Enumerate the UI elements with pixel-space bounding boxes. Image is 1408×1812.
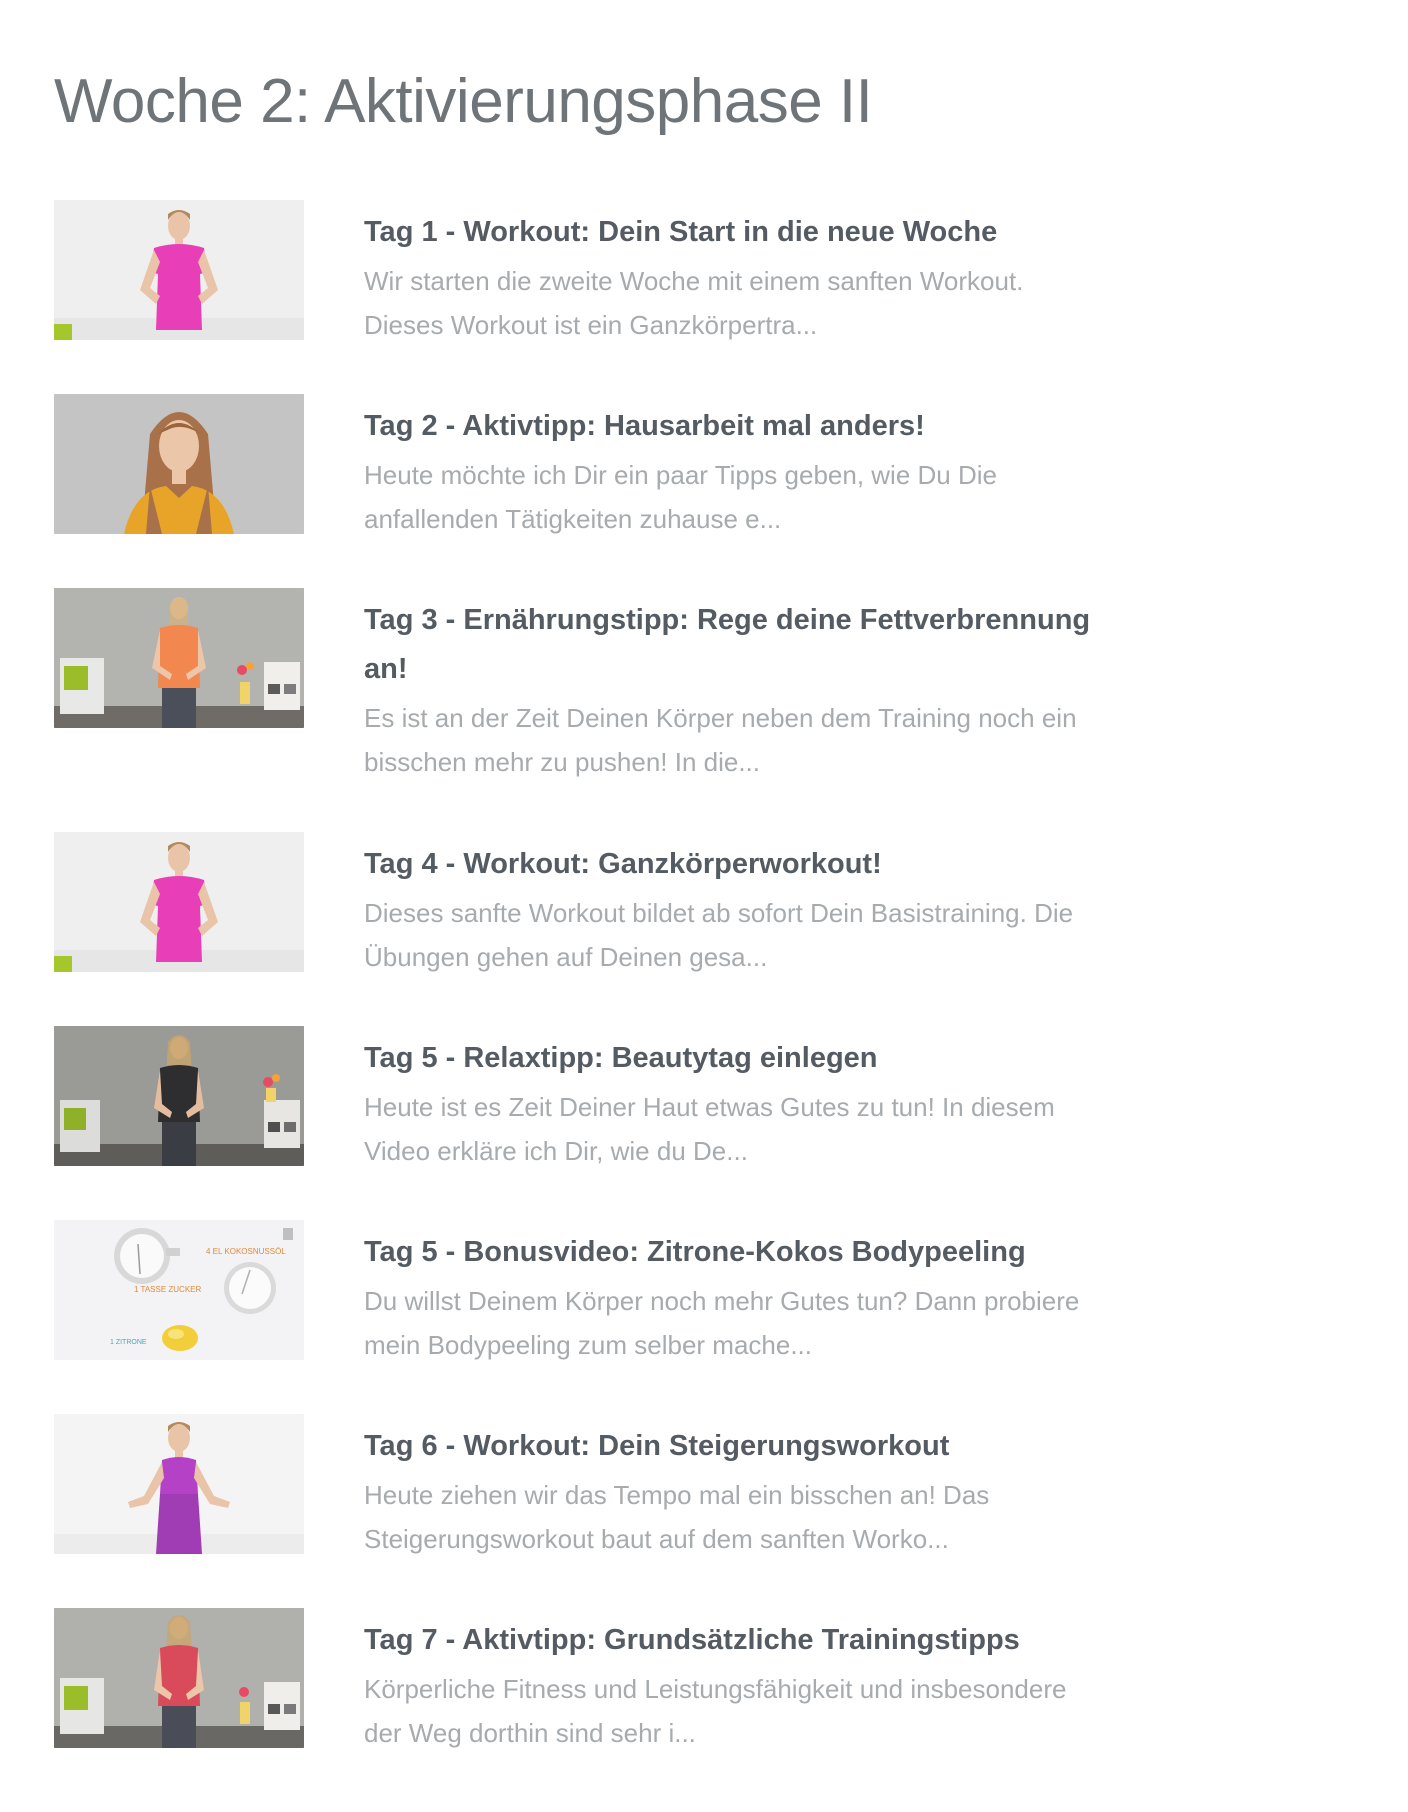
lesson-text: Tag 1 - Workout: Dein Start in die neue …: [364, 200, 1134, 347]
lesson-title[interactable]: Tag 7 - Aktivtipp: Grundsätzliche Traini…: [364, 1616, 1134, 1665]
lesson-thumbnail[interactable]: [54, 200, 304, 340]
lesson-title[interactable]: Tag 2 - Aktivtipp: Hausarbeit mal anders…: [364, 402, 1134, 451]
lesson-title[interactable]: Tag 5 - Relaxtipp: Beautytag einlegen: [364, 1034, 1134, 1083]
lesson-text: Tag 4 - Workout: Ganzkörperworkout! Dies…: [364, 832, 1134, 979]
description-line: Übungen gehen auf Deinen gesa...: [364, 942, 768, 972]
description-line: Es ist an der Zeit Deinen Körper neben d…: [364, 703, 1077, 733]
lesson-description: Heute ist es Zeit Deiner Haut etwas Gute…: [364, 1085, 1134, 1173]
ingredients-image: 4 EL KOKOSNUSSÖL 1 TASSE ZUCKER 1 ZITRON…: [54, 1220, 304, 1360]
lesson-text: Tag 3 - Ernährungstipp: Rege deine Fettv…: [364, 588, 1134, 784]
description-line: Video erkläre ich Dir, wie du De...: [364, 1136, 748, 1166]
trainer-image: [54, 1608, 304, 1748]
lesson-description: Heute ziehen wir das Tempo mal ein bissc…: [364, 1473, 1134, 1561]
description-line: Heute möchte ich Dir ein paar Tipps gebe…: [364, 460, 997, 490]
lesson-item[interactable]: Tag 4 - Workout: Ganzkörperworkout! Dies…: [54, 832, 1134, 979]
description-line: Dieses Workout ist ein Ganzkörpertra...: [364, 310, 818, 340]
description-line: Steigerungsworkout baut auf dem sanften …: [364, 1524, 949, 1554]
lesson-title[interactable]: Tag 6 - Workout: Dein Steigerungsworkout: [364, 1422, 1134, 1471]
trainer-image: [54, 832, 304, 972]
lesson-description: Du willst Deinem Körper noch mehr Gutes …: [364, 1279, 1134, 1367]
description-line: mein Bodypeeling zum selber mache...: [364, 1330, 813, 1360]
lesson-text: Tag 5 - Relaxtipp: Beautytag einlegen He…: [364, 1026, 1134, 1173]
ingredient-label: 4 EL KOKOSNUSSÖL: [206, 1247, 286, 1256]
description-line: Heute ziehen wir das Tempo mal ein bissc…: [364, 1480, 990, 1510]
description-line: bisschen mehr zu pushen! In die...: [364, 747, 761, 777]
description-line: Wir starten die zweite Woche mit einem s…: [364, 266, 1024, 296]
lesson-title[interactable]: Tag 5 - Bonusvideo: Zitrone-Kokos Bodype…: [364, 1228, 1134, 1277]
lesson-description: Wir starten die zweite Woche mit einem s…: [364, 259, 1134, 347]
ingredient-label: 1 ZITRONE: [110, 1339, 147, 1346]
lesson-thumbnail[interactable]: [54, 394, 304, 534]
lesson-description: Dieses sanfte Workout bildet ab sofort D…: [364, 891, 1134, 979]
description-line: anfallenden Tätigkeiten zuhause e...: [364, 504, 782, 534]
trainer-image: [54, 1414, 304, 1554]
title-line: Tag 3 - Ernährungstipp: Rege deine Fettv…: [364, 604, 1091, 636]
description-line: Dieses sanfte Workout bildet ab sofort D…: [364, 898, 1074, 928]
lesson-description: Körperliche Fitness und Leistungsfähigke…: [364, 1667, 1134, 1755]
trainer-image: [54, 200, 304, 340]
trainer-image: [54, 1026, 304, 1166]
trainer-image: [54, 588, 304, 728]
page: Woche 2: Aktivierungsphase II Tag 1 - Wo…: [0, 0, 1408, 1812]
lesson-item[interactable]: 4 EL KOKOSNUSSÖL 1 TASSE ZUCKER 1 ZITRON…: [54, 1220, 1134, 1367]
ingredient-label: 1 TASSE ZUCKER: [134, 1285, 202, 1294]
lesson-thumbnail[interactable]: [54, 1608, 304, 1748]
lesson-item[interactable]: Tag 7 - Aktivtipp: Grundsätzliche Traini…: [54, 1608, 1134, 1755]
lesson-item[interactable]: Tag 5 - Relaxtipp: Beautytag einlegen He…: [54, 1026, 1134, 1173]
lesson-item[interactable]: Tag 2 - Aktivtipp: Hausarbeit mal anders…: [54, 394, 1134, 541]
page-title: Woche 2: Aktivierungsphase II: [54, 67, 873, 136]
lesson-text: Tag 5 - Bonusvideo: Zitrone-Kokos Bodype…: [364, 1220, 1134, 1367]
lesson-thumbnail[interactable]: [54, 588, 304, 728]
description-line: der Weg dorthin sind sehr i...: [364, 1718, 696, 1748]
lesson-description: Heute möchte ich Dir ein paar Tipps gebe…: [364, 453, 1134, 541]
lesson-thumbnail[interactable]: [54, 1414, 304, 1554]
lesson-text: Tag 7 - Aktivtipp: Grundsätzliche Traini…: [364, 1608, 1134, 1755]
description-line: Du willst Deinem Körper noch mehr Gutes …: [364, 1286, 1080, 1316]
lesson-item[interactable]: Tag 3 - Ernährungstipp: Rege deine Fettv…: [54, 588, 1134, 784]
lesson-item[interactable]: Tag 1 - Workout: Dein Start in die neue …: [54, 200, 1134, 347]
lesson-text: Tag 2 - Aktivtipp: Hausarbeit mal anders…: [364, 394, 1134, 541]
trainer-image: [54, 394, 304, 534]
lesson-title[interactable]: Tag 1 - Workout: Dein Start in die neue …: [364, 208, 1134, 257]
lesson-item[interactable]: Tag 6 - Workout: Dein Steigerungsworkout…: [54, 1414, 1134, 1561]
lesson-title[interactable]: Tag 3 - Ernährungstipp: Rege deine Fettv…: [364, 596, 1134, 694]
lesson-title[interactable]: Tag 4 - Workout: Ganzkörperworkout!: [364, 840, 1134, 889]
title-line: an!: [364, 653, 408, 685]
description-line: Heute ist es Zeit Deiner Haut etwas Gute…: [364, 1092, 1055, 1122]
lesson-description: Es ist an der Zeit Deinen Körper neben d…: [364, 696, 1134, 784]
lesson-text: Tag 6 - Workout: Dein Steigerungsworkout…: [364, 1414, 1134, 1561]
lesson-thumbnail[interactable]: [54, 1026, 304, 1166]
lesson-thumbnail[interactable]: [54, 832, 304, 972]
lesson-thumbnail[interactable]: 4 EL KOKOSNUSSÖL 1 TASSE ZUCKER 1 ZITRON…: [54, 1220, 304, 1360]
description-line: Körperliche Fitness und Leistungsfähigke…: [364, 1674, 1067, 1704]
